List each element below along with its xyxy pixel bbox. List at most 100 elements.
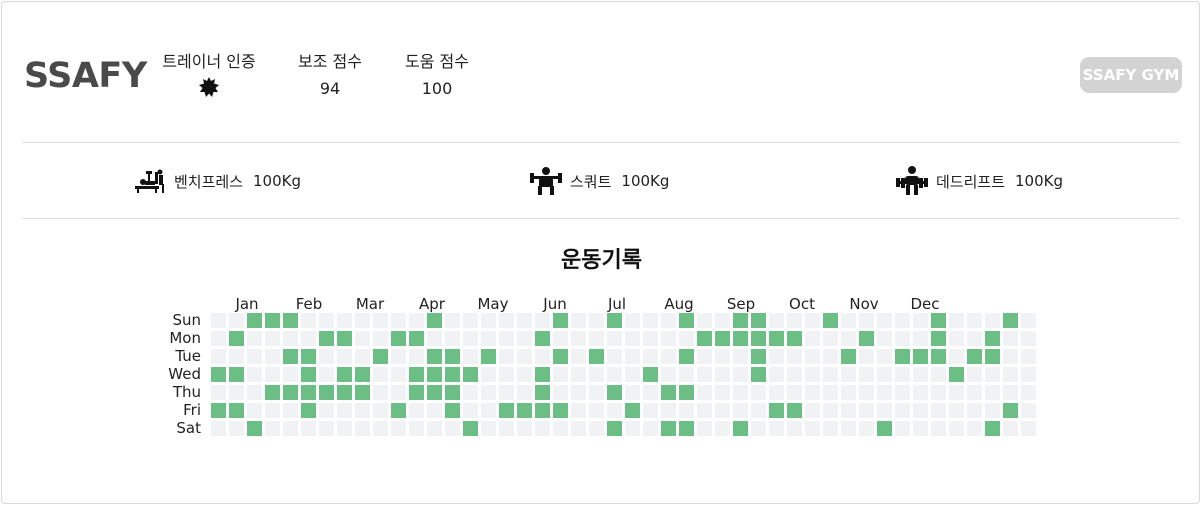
activity-cell-active[interactable]	[283, 349, 298, 364]
activity-cell-empty[interactable]	[643, 349, 658, 364]
activity-cell-empty[interactable]	[355, 331, 370, 346]
activity-cell-empty[interactable]	[499, 313, 514, 328]
activity-cell-active[interactable]	[301, 349, 316, 364]
activity-cell-empty[interactable]	[733, 349, 748, 364]
activity-cell-empty[interactable]	[319, 403, 334, 418]
activity-cell-empty[interactable]	[283, 331, 298, 346]
activity-cell-empty[interactable]	[841, 403, 856, 418]
activity-cell-empty[interactable]	[805, 349, 820, 364]
activity-cell-active[interactable]	[751, 313, 766, 328]
activity-cell-empty[interactable]	[949, 331, 964, 346]
activity-cell-active[interactable]	[697, 331, 712, 346]
activity-cell-active[interactable]	[877, 421, 892, 436]
activity-cell-empty[interactable]	[1021, 349, 1036, 364]
activity-cell-empty[interactable]	[877, 403, 892, 418]
activity-cell-empty[interactable]	[895, 421, 910, 436]
activity-cell-active[interactable]	[751, 349, 766, 364]
activity-cell-active[interactable]	[211, 403, 226, 418]
activity-cell-active[interactable]	[985, 421, 1000, 436]
activity-cell-empty[interactable]	[823, 349, 838, 364]
activity-cell-empty[interactable]	[589, 313, 604, 328]
activity-cell-empty[interactable]	[679, 367, 694, 382]
activity-cell-empty[interactable]	[499, 385, 514, 400]
activity-cell-active[interactable]	[553, 403, 568, 418]
activity-cell-empty[interactable]	[697, 349, 712, 364]
activity-cell-empty[interactable]	[679, 331, 694, 346]
activity-cell-empty[interactable]	[265, 421, 280, 436]
activity-cell-empty[interactable]	[265, 367, 280, 382]
activity-cell-empty[interactable]	[841, 421, 856, 436]
activity-cell-empty[interactable]	[625, 349, 640, 364]
activity-cell-empty[interactable]	[517, 313, 532, 328]
activity-cell-empty[interactable]	[229, 385, 244, 400]
activity-cell-empty[interactable]	[661, 367, 676, 382]
activity-cell-active[interactable]	[463, 421, 478, 436]
activity-cell-active[interactable]	[607, 421, 622, 436]
activity-cell-active[interactable]	[859, 331, 874, 346]
activity-cell-empty[interactable]	[895, 403, 910, 418]
activity-cell-active[interactable]	[985, 331, 1000, 346]
activity-cell-empty[interactable]	[283, 421, 298, 436]
activity-cell-active[interactable]	[679, 313, 694, 328]
activity-cell-active[interactable]	[247, 313, 262, 328]
activity-cell-empty[interactable]	[913, 313, 928, 328]
activity-cell-empty[interactable]	[355, 421, 370, 436]
activity-cell-empty[interactable]	[913, 367, 928, 382]
activity-cell-empty[interactable]	[301, 421, 316, 436]
activity-cell-active[interactable]	[427, 313, 442, 328]
activity-cell-active[interactable]	[733, 313, 748, 328]
activity-cell-active[interactable]	[931, 349, 946, 364]
activity-cell-empty[interactable]	[661, 331, 676, 346]
activity-cell-active[interactable]	[931, 313, 946, 328]
activity-cell-empty[interactable]	[715, 421, 730, 436]
activity-cell-active[interactable]	[913, 349, 928, 364]
activity-cell-empty[interactable]	[895, 385, 910, 400]
activity-cell-empty[interactable]	[859, 367, 874, 382]
activity-cell-empty[interactable]	[481, 385, 496, 400]
activity-cell-empty[interactable]	[247, 367, 262, 382]
activity-cell-empty[interactable]	[859, 349, 874, 364]
activity-cell-active[interactable]	[643, 367, 658, 382]
activity-cell-empty[interactable]	[337, 349, 352, 364]
activity-cell-empty[interactable]	[265, 349, 280, 364]
activity-cell-empty[interactable]	[697, 385, 712, 400]
activity-cell-active[interactable]	[787, 403, 802, 418]
activity-cell-active[interactable]	[283, 313, 298, 328]
activity-cell-empty[interactable]	[391, 313, 406, 328]
activity-cell-active[interactable]	[265, 385, 280, 400]
activity-cell-active[interactable]	[517, 403, 532, 418]
activity-cell-active[interactable]	[769, 403, 784, 418]
activity-cell-active[interactable]	[391, 403, 406, 418]
activity-cell-active[interactable]	[535, 331, 550, 346]
activity-cell-empty[interactable]	[697, 421, 712, 436]
activity-cell-empty[interactable]	[949, 385, 964, 400]
activity-cell-empty[interactable]	[445, 421, 460, 436]
activity-cell-empty[interactable]	[589, 367, 604, 382]
activity-cell-empty[interactable]	[571, 313, 586, 328]
activity-cell-empty[interactable]	[787, 421, 802, 436]
activity-cell-empty[interactable]	[733, 403, 748, 418]
activity-cell-active[interactable]	[409, 367, 424, 382]
activity-cell-empty[interactable]	[553, 421, 568, 436]
activity-cell-active[interactable]	[751, 331, 766, 346]
activity-cell-empty[interactable]	[517, 385, 532, 400]
activity-cell-empty[interactable]	[751, 403, 766, 418]
activity-cell-empty[interactable]	[877, 313, 892, 328]
activity-cell-empty[interactable]	[769, 367, 784, 382]
activity-cell-active[interactable]	[283, 385, 298, 400]
activity-cell-empty[interactable]	[949, 403, 964, 418]
activity-cell-empty[interactable]	[499, 421, 514, 436]
activity-cell-empty[interactable]	[427, 421, 442, 436]
activity-cell-empty[interactable]	[805, 313, 820, 328]
activity-cell-empty[interactable]	[697, 313, 712, 328]
activity-cell-empty[interactable]	[625, 385, 640, 400]
activity-cell-empty[interactable]	[697, 403, 712, 418]
activity-cell-empty[interactable]	[211, 421, 226, 436]
activity-cell-empty[interactable]	[481, 403, 496, 418]
activity-cell-empty[interactable]	[1021, 367, 1036, 382]
activity-cell-empty[interactable]	[751, 385, 766, 400]
activity-cell-empty[interactable]	[247, 385, 262, 400]
activity-cell-empty[interactable]	[337, 421, 352, 436]
activity-cell-empty[interactable]	[373, 367, 388, 382]
activity-cell-empty[interactable]	[481, 313, 496, 328]
